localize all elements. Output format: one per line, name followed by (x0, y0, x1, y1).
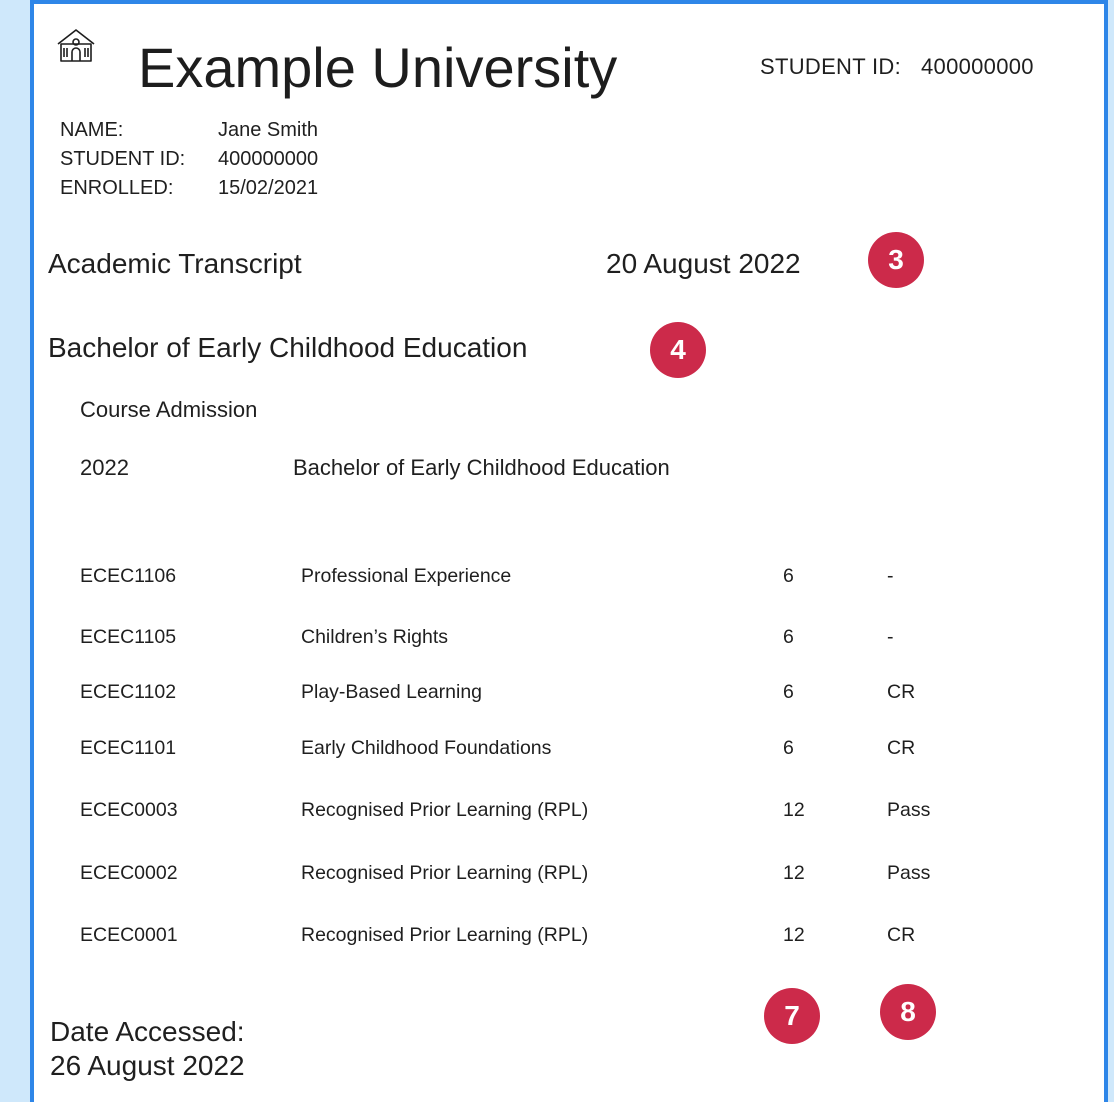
university-name: Example University (138, 36, 618, 99)
date-accessed-label: Date Accessed: (50, 1016, 245, 1047)
course-credits: 6 (783, 681, 794, 703)
course-credits: 12 (783, 799, 805, 821)
course-credits: 6 (783, 565, 794, 587)
course-title: Recognised Prior Learning (RPL) (301, 862, 589, 884)
course-credits: 12 (783, 924, 805, 946)
course-code: ECEC1101 (80, 737, 177, 759)
course-title: Play-Based Learning (301, 681, 483, 703)
course-code: ECEC1102 (80, 681, 177, 703)
course-title: Professional Experience (301, 565, 512, 587)
degree-title: Bachelor of Early Childhood Education (48, 332, 528, 363)
annotation-marker-4: 4 (650, 322, 706, 378)
course-grade: CR (887, 737, 916, 759)
course-title: Children’s Rights (301, 626, 449, 648)
course-code: ECEC1106 (80, 565, 177, 587)
student-id-value: 400000000 (218, 148, 319, 170)
transcript-page: Example University STUDENT ID: 400000000… (30, 0, 1108, 1102)
course-credits: 6 (783, 626, 794, 648)
student-id-label: STUDENT ID: (60, 148, 186, 170)
course-credits: 6 (783, 737, 794, 759)
course-code: ECEC0003 (80, 799, 178, 821)
course-grade: - (887, 626, 894, 648)
annotation-marker-3: 3 (868, 232, 924, 288)
course-grade: - (887, 565, 894, 587)
course-title: Recognised Prior Learning (RPL) (301, 924, 589, 946)
admission-year: 2022 (80, 455, 129, 480)
course-grade: CR (887, 681, 916, 703)
transcript-title: Academic Transcript (48, 248, 302, 279)
course-code: ECEC0002 (80, 862, 178, 884)
course-grade: CR (887, 924, 916, 946)
enrolled-value: 15/02/2021 (218, 177, 319, 199)
course-title: Early Childhood Foundations (301, 737, 552, 759)
admission-program: Bachelor of Early Childhood Education (293, 455, 670, 480)
course-credits: 12 (783, 862, 805, 884)
header-student-id-label: STUDENT ID: (760, 54, 902, 79)
course-grade: Pass (887, 799, 931, 821)
annotation-marker-7: 7 (764, 988, 820, 1044)
course-title: Recognised Prior Learning (RPL) (301, 799, 589, 821)
date-accessed-value: 26 August 2022 (50, 1050, 245, 1081)
name-value: Jane Smith (218, 119, 319, 141)
enrolled-label: ENROLLED: (60, 177, 174, 199)
course-admission-heading: Course Admission (80, 397, 258, 422)
header-student-id-value: 400000000 (921, 54, 1034, 79)
course-code: ECEC1105 (80, 626, 177, 648)
university-building-icon (57, 29, 95, 62)
transcript-date: 20 August 2022 (606, 248, 801, 279)
annotation-marker-8: 8 (880, 984, 936, 1040)
name-label: NAME: (60, 119, 124, 141)
course-grade: Pass (887, 862, 931, 884)
course-code: ECEC0001 (80, 924, 178, 946)
